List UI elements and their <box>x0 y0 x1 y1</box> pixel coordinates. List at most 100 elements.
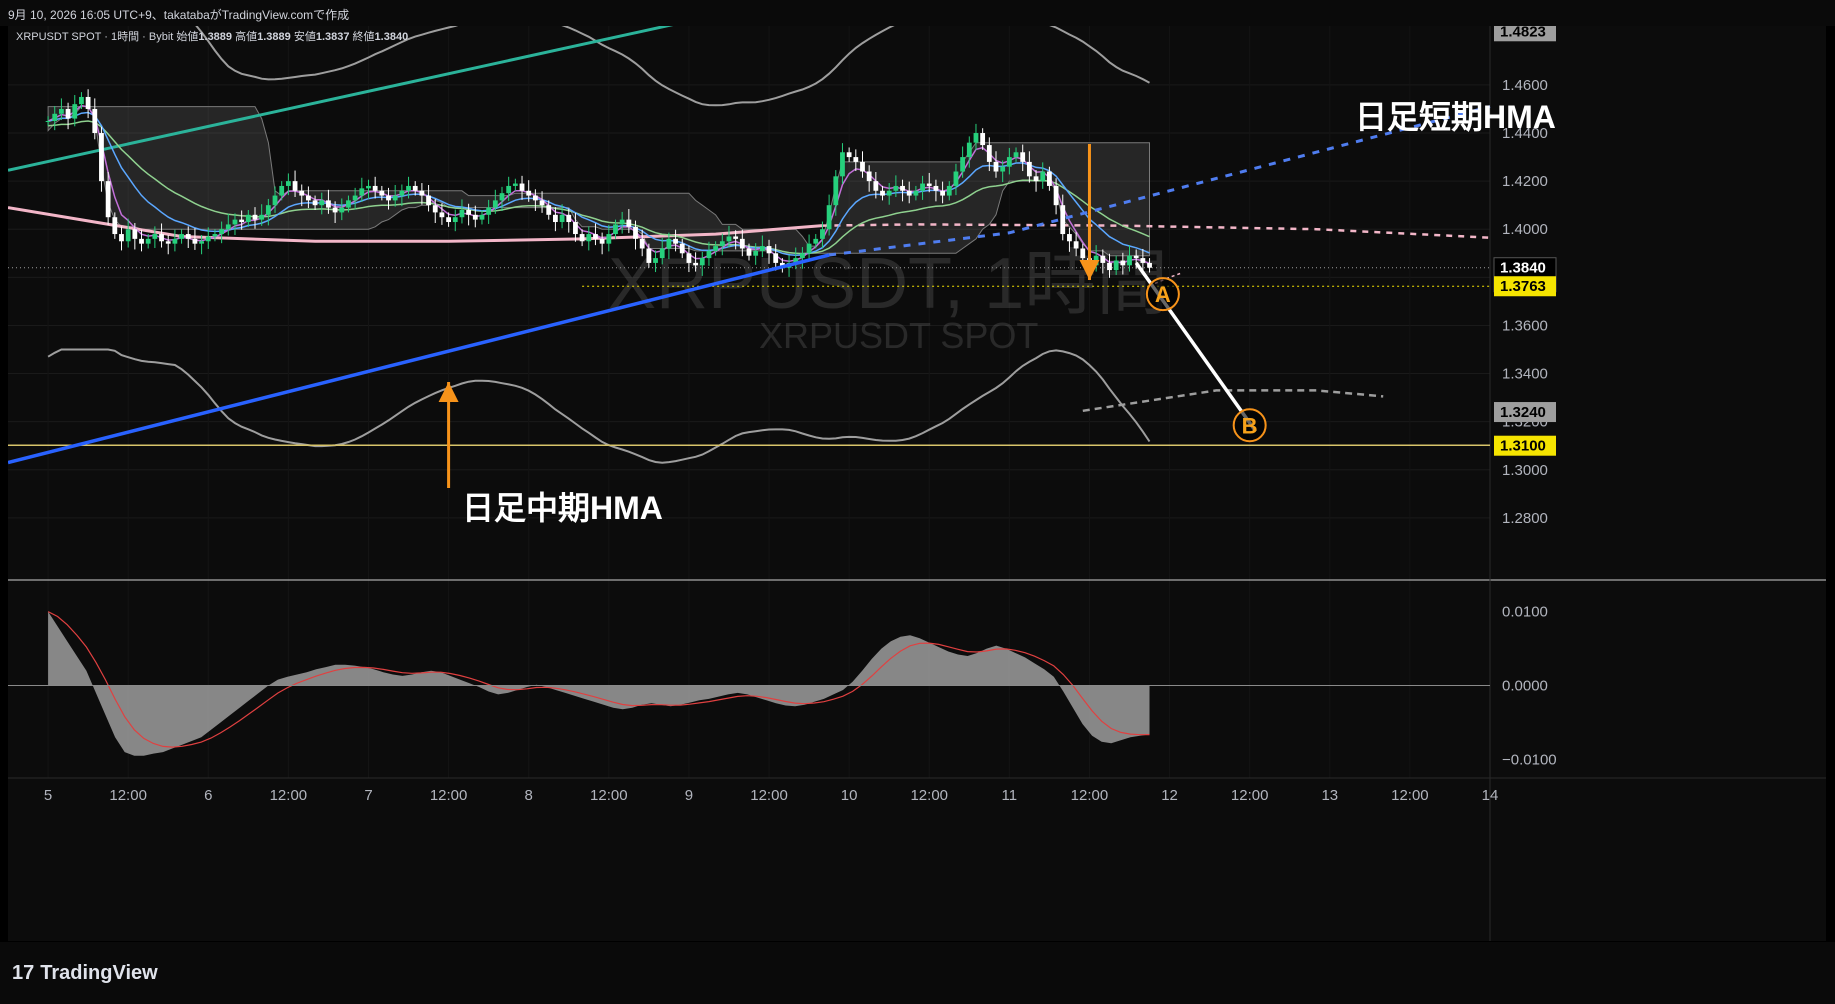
candle-body[interactable] <box>272 195 278 206</box>
candle-body[interactable] <box>1080 248 1086 259</box>
candle-body[interactable] <box>866 171 872 182</box>
candle-body[interactable] <box>419 190 425 196</box>
candle-body[interactable] <box>873 181 879 191</box>
candle-body[interactable] <box>399 190 405 196</box>
candle-body[interactable] <box>639 238 645 249</box>
candle-body[interactable] <box>326 200 331 208</box>
candle-body[interactable] <box>599 238 605 244</box>
candle-body[interactable] <box>593 234 598 239</box>
candle-body[interactable] <box>946 185 952 196</box>
candle-body[interactable] <box>960 157 966 172</box>
candle-body[interactable] <box>1127 255 1132 266</box>
candle-body[interactable] <box>59 108 64 114</box>
candle-body[interactable] <box>225 224 231 230</box>
candle-body[interactable] <box>265 205 271 215</box>
candle-body[interactable] <box>359 188 365 196</box>
candle-body[interactable] <box>633 226 638 239</box>
candle-body[interactable] <box>579 234 585 242</box>
candle-body[interactable] <box>679 243 685 254</box>
candle-body[interactable] <box>239 219 245 223</box>
candle-body[interactable] <box>352 195 358 201</box>
candle-body[interactable] <box>726 236 732 242</box>
candle-body[interactable] <box>546 205 552 215</box>
candle-body[interactable] <box>185 234 191 239</box>
candle-body[interactable] <box>693 262 698 266</box>
candle-body[interactable] <box>840 152 845 177</box>
candle-body[interactable] <box>659 248 665 259</box>
candle-body[interactable] <box>299 190 305 196</box>
candle-body[interactable] <box>512 183 518 186</box>
candle-body[interactable] <box>479 214 485 220</box>
candle-body[interactable] <box>499 193 505 201</box>
candle-body[interactable] <box>846 152 852 158</box>
candle-body[interactable] <box>486 207 492 215</box>
candle-body[interactable] <box>1013 152 1019 158</box>
candle-body[interactable] <box>826 205 832 230</box>
candle-body[interactable] <box>506 185 512 194</box>
candle-body[interactable] <box>940 190 945 196</box>
candle-body[interactable] <box>279 185 285 196</box>
candle-body[interactable] <box>1000 166 1006 172</box>
candle-body[interactable] <box>733 236 739 239</box>
candle-body[interactable] <box>412 185 418 191</box>
candle-body[interactable] <box>906 190 912 196</box>
tradingview-logo[interactable]: 17 TradingView <box>12 962 158 985</box>
candle-body[interactable] <box>1033 176 1039 182</box>
candle-body[interactable] <box>699 258 705 266</box>
candle-body[interactable] <box>1113 260 1119 271</box>
candle-body[interactable] <box>312 200 318 206</box>
time-axis[interactable]: 5 12:00 6 12:00 7 12:00 8 12:00 9 12:00 10 12:00 11 1… <box>44 787 1498 804</box>
candle-body[interactable] <box>653 258 658 263</box>
candle-body[interactable] <box>232 219 238 225</box>
candle-body[interactable] <box>706 250 712 259</box>
candle-body[interactable] <box>813 238 819 244</box>
candle-body[interactable] <box>379 190 385 196</box>
candle-body[interactable] <box>1026 161 1032 177</box>
candle-body[interactable] <box>853 157 859 162</box>
candle-body[interactable] <box>800 253 805 259</box>
candle-body[interactable] <box>319 200 325 206</box>
candle-body[interactable] <box>72 104 78 119</box>
candle-body[interactable] <box>993 161 999 172</box>
candle-body[interactable] <box>966 142 972 158</box>
candle-body[interactable] <box>125 229 131 242</box>
candle-body[interactable] <box>459 210 465 218</box>
candle-body[interactable] <box>573 222 578 235</box>
candle-body[interactable] <box>392 195 398 201</box>
candle-body[interactable] <box>586 234 592 242</box>
candle-body[interactable] <box>886 190 892 196</box>
candle-body[interactable] <box>900 185 905 191</box>
candle-body[interactable] <box>386 195 391 201</box>
candle-body[interactable] <box>1020 152 1026 162</box>
candle-body[interactable] <box>192 238 198 244</box>
candle-body[interactable] <box>1140 258 1146 263</box>
candle-body[interactable] <box>666 238 672 249</box>
candle-body[interactable] <box>145 238 151 244</box>
candle-body[interactable] <box>306 195 311 201</box>
candle-body[interactable] <box>165 241 171 244</box>
candle-body[interactable] <box>646 248 652 263</box>
candle-body[interactable] <box>686 253 692 263</box>
candle-body[interactable] <box>532 195 538 201</box>
candle-body[interactable] <box>773 253 779 263</box>
candle-body[interactable] <box>346 200 351 208</box>
candle-body[interactable] <box>893 185 899 191</box>
candle-body[interactable] <box>566 214 572 223</box>
candle-body[interactable] <box>719 241 725 247</box>
candle-body[interactable] <box>519 183 525 191</box>
candle-body[interactable] <box>933 185 939 191</box>
candle-body[interactable] <box>152 234 158 239</box>
candle-body[interactable] <box>613 224 618 235</box>
candle-body[interactable] <box>472 214 478 220</box>
candle-body[interactable] <box>739 238 745 249</box>
candle-body[interactable] <box>1053 185 1059 206</box>
candle-body[interactable] <box>452 217 458 223</box>
candle-body[interactable] <box>746 248 752 256</box>
candle-body[interactable] <box>339 207 345 213</box>
candle-body[interactable] <box>492 200 498 208</box>
candle-body[interactable] <box>1120 260 1126 266</box>
candle-body[interactable] <box>1133 255 1139 259</box>
candle-body[interactable] <box>806 243 812 254</box>
candle-body[interactable] <box>52 113 58 122</box>
candle-body[interactable] <box>332 207 338 213</box>
